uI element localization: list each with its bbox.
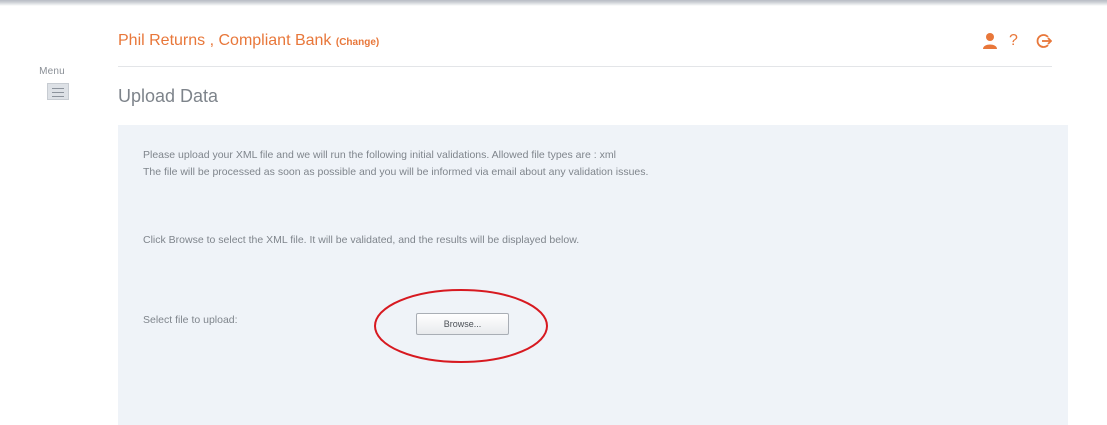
organization-name: Phil Returns , Compliant Bank: [118, 32, 336, 49]
menu-label: Menu: [39, 66, 65, 77]
change-link[interactable]: (Change): [336, 37, 379, 48]
instruction-line-2: The file will be processed as soon as po…: [143, 166, 649, 178]
help-icon[interactable]: ?: [1009, 32, 1025, 50]
upload-panel: Please upload your XML file and we will …: [118, 125, 1068, 425]
user-icon[interactable]: [982, 32, 998, 50]
organization-title: Phil Returns , Compliant Bank (Change): [118, 32, 379, 50]
header: Phil Returns , Compliant Bank (Change) ?: [118, 30, 1053, 67]
highlight-circle: [374, 289, 548, 363]
page-title: Upload Data: [118, 86, 219, 106]
logout-icon[interactable]: [1036, 32, 1053, 50]
header-icons: ?: [982, 32, 1053, 50]
instruction-line-3: Click Browse to select the XML file. It …: [143, 234, 580, 246]
instruction-line-1: Please upload your XML file and we will …: [143, 149, 616, 161]
upload-label: Select file to upload:: [143, 314, 238, 326]
top-border: [0, 0, 1107, 6]
menu[interactable]: Menu: [34, 66, 70, 100]
hamburger-menu-icon[interactable]: [47, 83, 69, 100]
